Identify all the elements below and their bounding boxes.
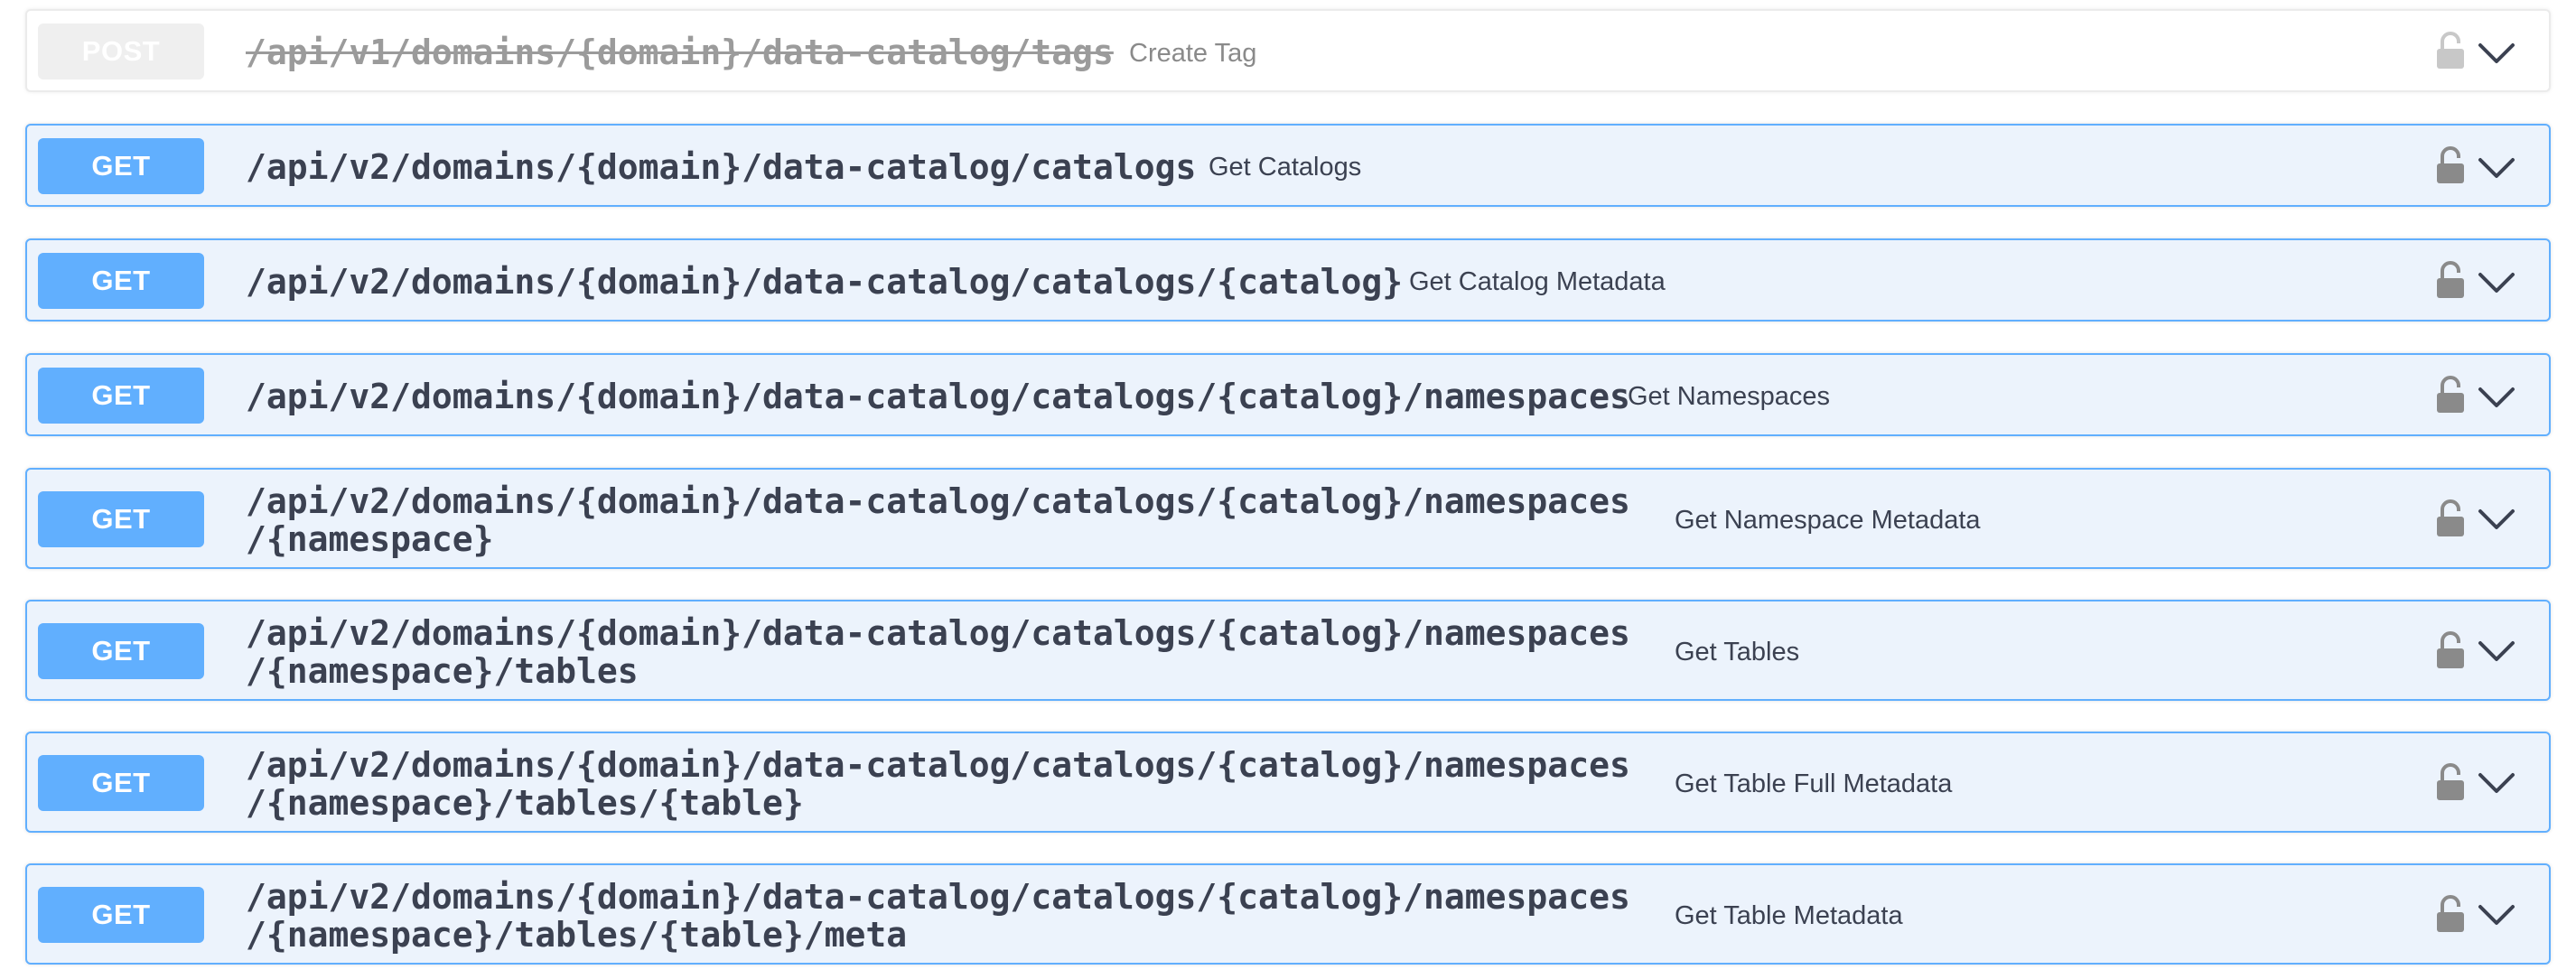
operation-summary: Get Catalogs [1209, 153, 1362, 182]
operation-path: /api/v2/domains/{domain}/data-catalog/ca… [246, 481, 1630, 521]
chevron-down-icon[interactable] [2477, 769, 2516, 797]
operation-summary: Get Table Full Metadata [1675, 769, 1953, 798]
operation-path-continued: /{namespace}/tables/{table} [246, 783, 804, 823]
operation-get-namespaces[interactable]: GET /api/v2/domains/{domain}/data-catalo… [25, 353, 2551, 436]
operation-summary: Get Tables [1675, 638, 1800, 667]
chevron-down-icon[interactable] [2477, 269, 2516, 296]
operation-get-table-full-metadata[interactable]: GET /api/v2/domains/{domain}/data-catalo… [25, 732, 2551, 833]
lock-icon[interactable] [2435, 762, 2466, 802]
lock-icon[interactable] [2435, 145, 2466, 185]
method-badge: GET [38, 887, 204, 943]
chevron-down-icon[interactable] [2477, 40, 2516, 67]
lock-icon[interactable] [2435, 260, 2466, 300]
chevron-down-icon[interactable] [2477, 638, 2516, 665]
operation-path-continued: /{namespace}/tables/{table}/meta [246, 915, 908, 955]
operation-path: /api/v1/domains/{domain}/data-catalog/ta… [246, 33, 1114, 72]
method-badge: GET [38, 755, 204, 811]
chevron-down-icon[interactable] [2477, 384, 2516, 411]
lock-icon[interactable] [2435, 31, 2466, 70]
operation-path-continued: /{namespace}/tables [246, 651, 639, 691]
operation-path: /api/v2/domains/{domain}/data-catalog/ca… [246, 745, 1630, 785]
operation-get-tables[interactable]: GET /api/v2/domains/{domain}/data-catalo… [25, 600, 2551, 701]
method-badge: GET [38, 138, 204, 194]
operation-path: /api/v2/domains/{domain}/data-catalog/ca… [246, 877, 1630, 917]
operation-get-catalog-metadata[interactable]: GET /api/v2/domains/{domain}/data-catalo… [25, 238, 2551, 322]
method-badge: GET [38, 491, 204, 547]
chevron-down-icon[interactable] [2477, 506, 2516, 533]
chevron-down-icon[interactable] [2477, 901, 2516, 928]
operation-path: /api/v2/domains/{domain}/data-catalog/ca… [246, 147, 1197, 187]
operation-path: /api/v2/domains/{domain}/data-catalog/ca… [246, 262, 1404, 302]
method-badge: GET [38, 623, 204, 679]
operation-get-table-metadata[interactable]: GET /api/v2/domains/{domain}/data-catalo… [25, 863, 2551, 965]
operation-summary: Get Namespaces [1628, 382, 1831, 411]
chevron-down-icon[interactable] [2477, 154, 2516, 182]
method-badge: GET [38, 253, 204, 309]
operation-path-continued: /{namespace} [246, 519, 494, 559]
method-badge: POST [38, 23, 204, 79]
operation-summary: Get Namespace Metadata [1675, 506, 1981, 535]
operation-summary: Get Table Metadata [1675, 901, 1903, 930]
lock-icon[interactable] [2435, 499, 2466, 538]
operation-get-catalogs[interactable]: GET /api/v2/domains/{domain}/data-catalo… [25, 124, 2551, 207]
operation-create-tag[interactable]: POST /api/v1/domains/{domain}/data-catal… [25, 9, 2551, 92]
method-badge: GET [38, 368, 204, 424]
operation-path: /api/v2/domains/{domain}/data-catalog/ca… [246, 613, 1630, 653]
lock-icon[interactable] [2435, 375, 2466, 415]
lock-icon[interactable] [2435, 630, 2466, 670]
operation-summary: Create Tag [1129, 39, 1257, 68]
operation-summary: Get Catalog Metadata [1409, 267, 1666, 296]
operation-path: /api/v2/domains/{domain}/data-catalog/ca… [246, 377, 1630, 416]
operation-get-namespace-metadata[interactable]: GET /api/v2/domains/{domain}/data-catalo… [25, 468, 2551, 569]
lock-icon[interactable] [2435, 894, 2466, 934]
